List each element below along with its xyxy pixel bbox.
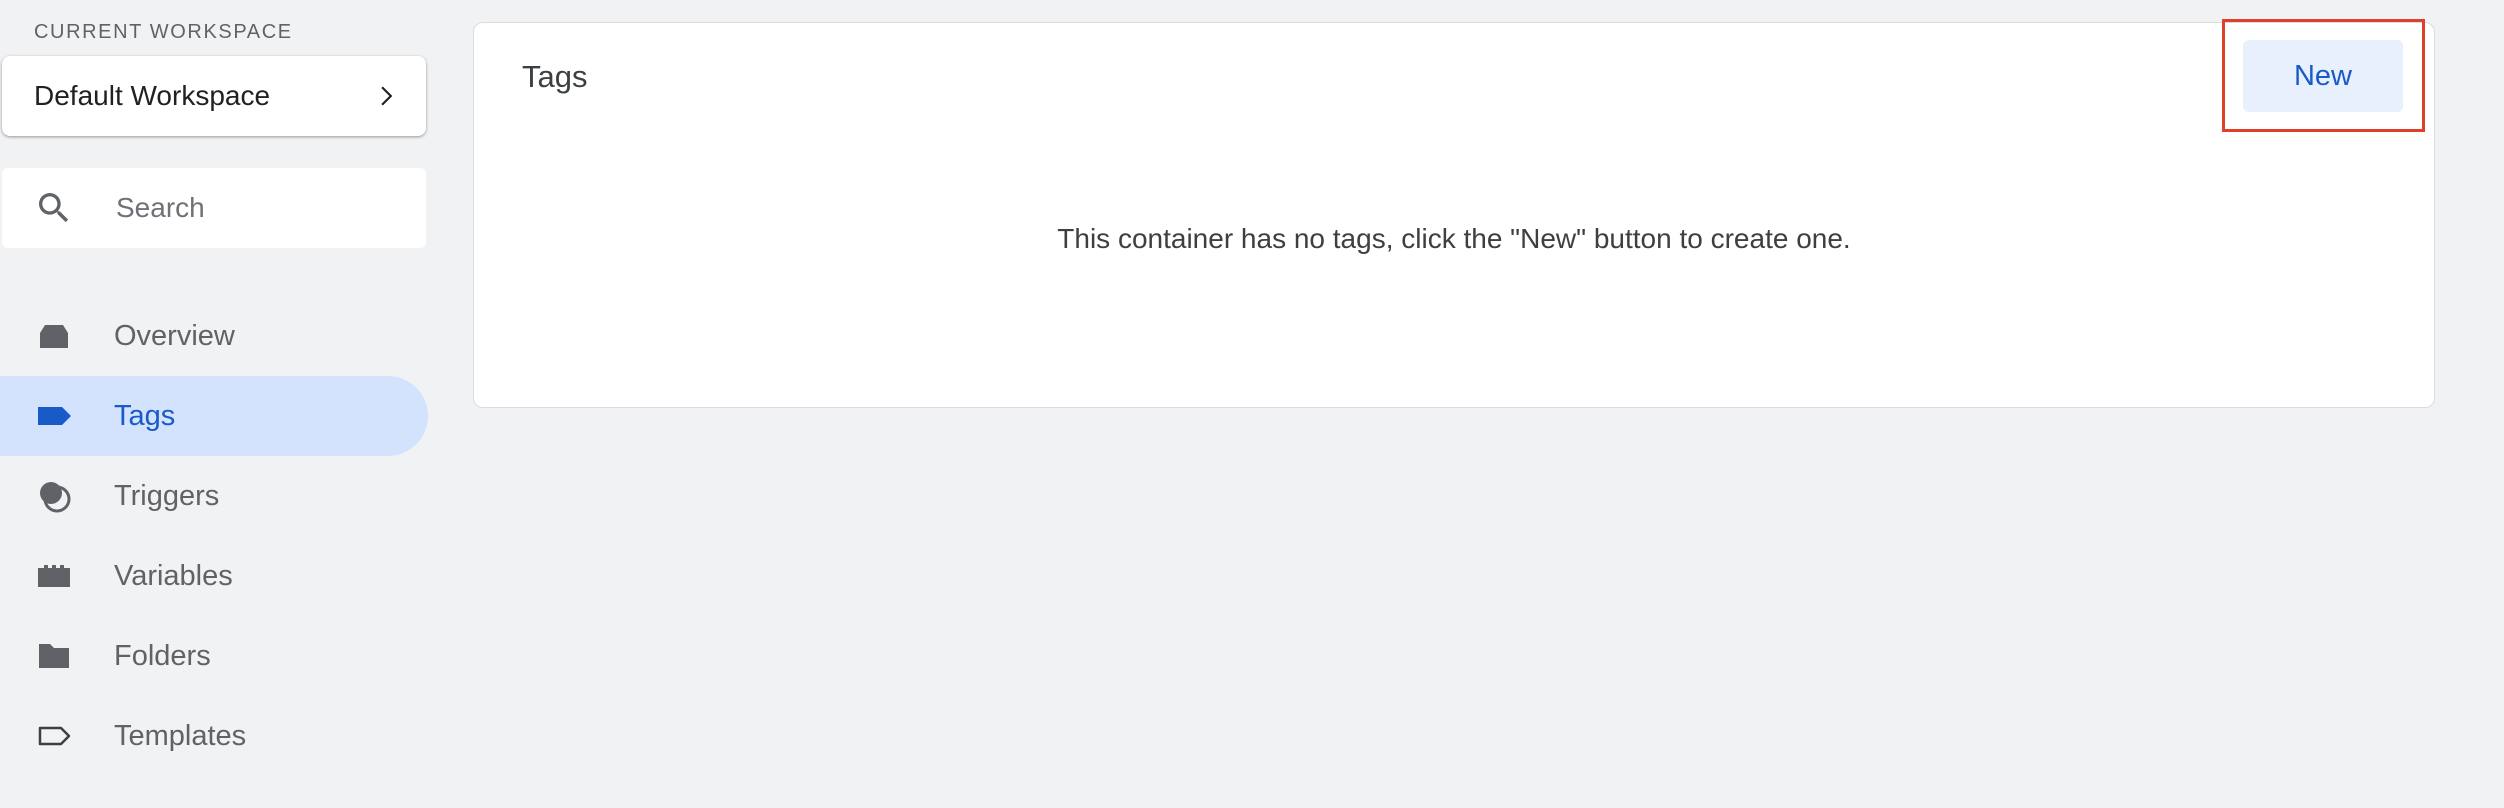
empty-state-message: This container has no tags, click the "N… — [1057, 223, 1851, 254]
workspace-label: CURRENT WORKSPACE — [34, 21, 293, 43]
sidebar-nav: Overview Tags Triggers Variables Folders — [0, 296, 428, 776]
sidebar-item-tags[interactable]: Tags — [0, 376, 428, 456]
search-icon — [34, 188, 74, 228]
search-input[interactable] — [114, 191, 418, 225]
overview-icon — [34, 316, 74, 356]
sidebar-item-folders[interactable]: Folders — [0, 616, 428, 696]
page-title: Tags — [522, 59, 588, 94]
tags-panel: Tags New This container has no tags, cli… — [473, 19, 2435, 408]
workspace-name: Default Workspace — [34, 80, 271, 111]
sidebar-item-overview[interactable]: Overview — [0, 296, 428, 376]
tag-icon — [34, 396, 74, 436]
sidebar-item-triggers[interactable]: Triggers — [0, 456, 428, 536]
trigger-icon — [34, 476, 74, 516]
sidebar-item-label: Overview — [114, 319, 235, 352]
sidebar: CURRENT WORKSPACE Default Workspace Over… — [0, 0, 428, 808]
sidebar-item-variables[interactable]: Variables — [0, 536, 428, 616]
variables-icon — [34, 556, 74, 596]
workspace-selector[interactable]: Default Workspace — [2, 56, 426, 136]
sidebar-item-label: Tags — [114, 399, 176, 432]
chevron-right-icon — [372, 83, 398, 109]
sidebar-item-label: Templates — [114, 719, 247, 752]
sidebar-item-label: Variables — [114, 559, 233, 592]
search-box[interactable] — [2, 168, 426, 248]
sidebar-item-label: Triggers — [114, 479, 220, 512]
sidebar-item-templates[interactable]: Templates — [0, 696, 428, 776]
sidebar-item-label: Folders — [114, 639, 211, 672]
folder-icon — [34, 636, 74, 676]
new-tag-button[interactable]: New — [2243, 40, 2403, 112]
template-icon — [34, 716, 74, 756]
